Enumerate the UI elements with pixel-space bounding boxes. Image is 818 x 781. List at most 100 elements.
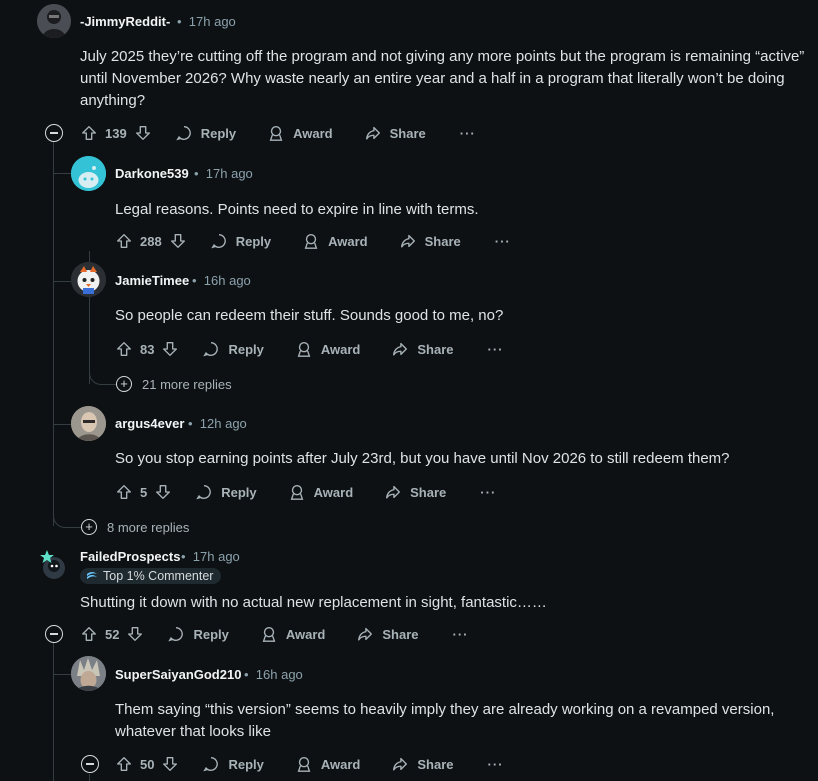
share-icon: [386, 485, 401, 499]
more-replies-button[interactable]: + 8 more replies: [81, 519, 189, 535]
more-replies-button[interactable]: + 21 more replies: [116, 376, 232, 392]
thread-line: [89, 774, 90, 781]
comment-meta: • 16h ago: [244, 667, 303, 682]
vote-count: 52: [105, 626, 120, 642]
downvote-icon[interactable]: [169, 232, 187, 250]
comment-author[interactable]: SuperSaiyanGod210: [115, 667, 241, 682]
vote-count: 288: [140, 233, 162, 249]
share-icon: [400, 234, 415, 248]
plus-circle-icon: +: [81, 519, 97, 535]
collapse-thread-button[interactable]: [45, 625, 63, 643]
timestamp[interactable]: 17h ago: [193, 549, 240, 564]
thread-branch: [89, 364, 117, 385]
upvote-icon[interactable]: [115, 340, 133, 358]
more-options-button[interactable]: ···: [495, 234, 511, 249]
thread-line: [53, 643, 54, 781]
reply-button[interactable]: Reply: [167, 625, 229, 643]
award-button[interactable]: Award: [267, 124, 333, 142]
avatar[interactable]: [71, 656, 106, 691]
comment-author[interactable]: -JimmyReddit-: [80, 14, 170, 29]
timestamp[interactable]: 16h ago: [204, 273, 251, 288]
share-icon: [393, 757, 408, 771]
reply-button[interactable]: Reply: [195, 483, 257, 501]
award-icon: [262, 627, 276, 642]
share-button[interactable]: Share: [399, 232, 461, 250]
comment-author[interactable]: argus4ever: [115, 416, 184, 431]
downvote-icon[interactable]: [134, 124, 152, 142]
award-button[interactable]: Award: [302, 232, 368, 250]
avatar[interactable]: [71, 406, 106, 441]
collapse-thread-button[interactable]: [81, 755, 99, 773]
share-icon: [365, 126, 380, 140]
comment-body: Them saying “this version” seems to heav…: [115, 701, 775, 740]
share-button[interactable]: Share: [384, 483, 446, 501]
reply-button[interactable]: Reply: [210, 232, 271, 250]
more-options-button[interactable]: ···: [453, 627, 469, 642]
thread-branch: [53, 505, 82, 528]
user-flair-badge: Top 1% Commenter: [80, 568, 222, 584]
award-button[interactable]: Award: [288, 483, 353, 501]
timestamp[interactable]: 12h ago: [200, 416, 247, 431]
commenter-badge-icon: [87, 572, 97, 579]
comment-action-bar: 139 Reply Award Share ···: [80, 123, 476, 143]
upvote-icon[interactable]: [115, 755, 133, 773]
downvote-icon[interactable]: [161, 340, 179, 358]
share-button[interactable]: Share: [356, 625, 419, 643]
reply-button[interactable]: Reply: [202, 755, 264, 773]
share-icon: [393, 342, 408, 356]
comment-action-bar: 288 Reply Award Share ···: [115, 231, 511, 251]
more-options-button[interactable]: ···: [488, 757, 504, 772]
timestamp[interactable]: 17h ago: [189, 14, 236, 29]
share-button[interactable]: Share: [391, 755, 454, 773]
reply-icon: [168, 627, 184, 642]
share-button[interactable]: Share: [391, 340, 454, 358]
reply-icon: [203, 757, 219, 772]
comment-author[interactable]: FailedProspects: [80, 549, 180, 564]
comment-meta: • 17h ago: [181, 549, 240, 564]
comment-action-bar: 5 Reply Award Share ···: [115, 482, 496, 502]
comment-action-bar: 83 Reply Award Share ···: [115, 339, 504, 359]
plus-circle-icon: +: [116, 376, 132, 392]
thread-branch: [53, 173, 71, 174]
award-button[interactable]: Award: [260, 625, 325, 643]
reply-button[interactable]: Reply: [202, 340, 264, 358]
upvote-icon[interactable]: [115, 483, 133, 501]
vote-count: 83: [140, 341, 155, 357]
award-icon: [269, 126, 283, 141]
upvote-icon[interactable]: [80, 625, 98, 643]
downvote-icon[interactable]: [154, 483, 172, 501]
upvote-icon[interactable]: [115, 232, 133, 250]
comment-author[interactable]: JamieTimee: [115, 273, 189, 288]
collapse-thread-button[interactable]: [45, 124, 63, 142]
timestamp[interactable]: 17h ago: [206, 166, 253, 181]
avatar[interactable]: [71, 262, 106, 297]
comment-meta: • 16h ago: [192, 273, 251, 288]
award-icon: [297, 342, 311, 357]
avatar[interactable]: [37, 548, 71, 582]
avatar[interactable]: [37, 4, 71, 38]
timestamp[interactable]: 16h ago: [256, 667, 303, 682]
more-options-button[interactable]: ···: [480, 485, 496, 500]
more-options-button[interactable]: ···: [488, 342, 504, 357]
avatar[interactable]: [71, 156, 106, 191]
comment-meta: • 17h ago: [177, 14, 236, 29]
award-icon: [297, 757, 311, 772]
vote-count: 5: [140, 484, 148, 500]
reply-button[interactable]: Reply: [175, 124, 236, 142]
comment-action-bar: 50 Reply Award Share ···: [115, 754, 504, 774]
more-options-button[interactable]: ···: [460, 126, 476, 141]
comment-author[interactable]: Darkone539: [115, 166, 189, 181]
share-button[interactable]: Share: [364, 124, 426, 142]
comment-action-bar: 52 Reply Award Share ···: [80, 624, 469, 644]
award-button[interactable]: Award: [295, 340, 360, 358]
thread-branch: [53, 281, 71, 282]
award-icon: [304, 234, 318, 249]
comment-meta: • 12h ago: [188, 416, 247, 431]
vote-count: 50: [140, 756, 155, 772]
award-button[interactable]: Award: [295, 755, 360, 773]
downvote-icon[interactable]: [161, 755, 179, 773]
upvote-icon[interactable]: [80, 124, 98, 142]
downvote-icon[interactable]: [126, 625, 144, 643]
reply-icon: [175, 126, 191, 141]
comment-body: Legal reasons. Points need to expire in …: [115, 201, 479, 218]
